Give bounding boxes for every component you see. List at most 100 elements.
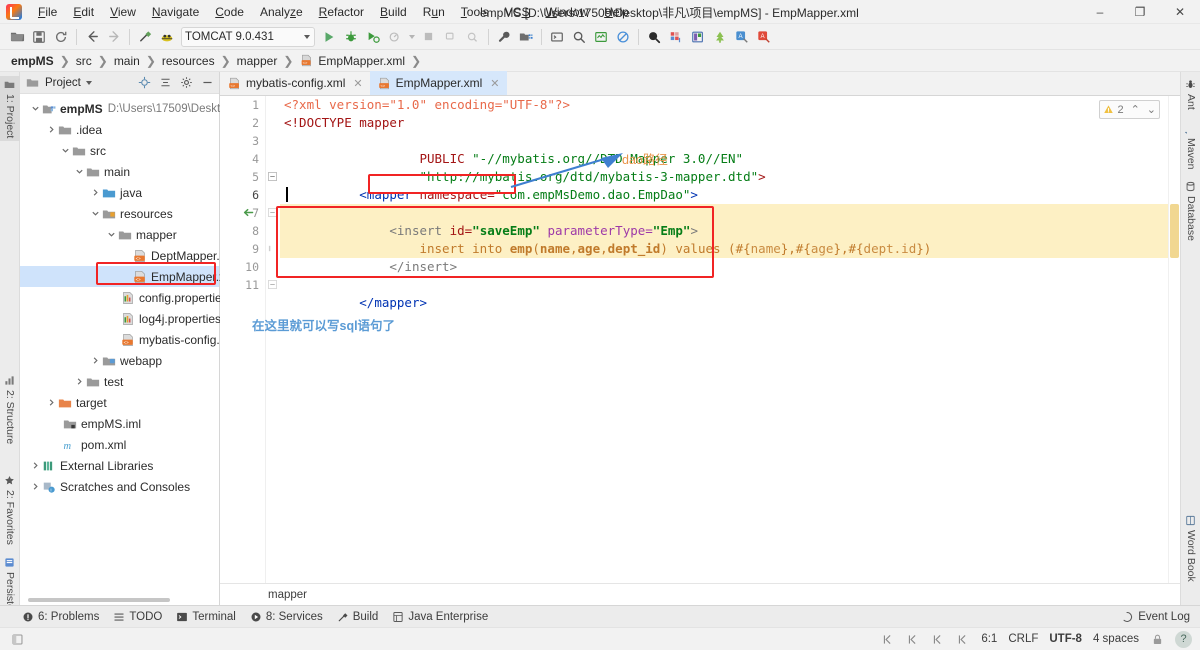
locate-icon[interactable] (136, 75, 152, 91)
tree-node-resources[interactable]: resources (20, 203, 219, 224)
sidebar-item-structure[interactable]: 2: Structure (0, 372, 20, 447)
sync-icon[interactable] (50, 26, 72, 48)
settings-gear-icon[interactable] (178, 75, 194, 91)
sidebar-item-word-book[interactable]: Word Book (1181, 512, 1200, 585)
chevron-down-icon[interactable] (90, 208, 101, 219)
breadcrumb-item-src[interactable]: src (75, 54, 93, 68)
sidebar-item-project[interactable]: 1: Project (0, 76, 20, 141)
tree-node-mapper[interactable]: mapper (20, 224, 219, 245)
chevron-down-icon[interactable] (74, 166, 85, 177)
menu-item-edit[interactable]: Edit (65, 2, 102, 22)
run-coverage-icon[interactable] (362, 26, 384, 48)
chevron-down-icon[interactable] (106, 229, 117, 240)
terminal-icon[interactable] (546, 26, 568, 48)
indent-setting[interactable]: 4 spaces (1093, 633, 1139, 645)
tree-node-src[interactable]: src (20, 140, 219, 161)
line-separator[interactable]: CRLF (1008, 633, 1038, 645)
menu-item-analyze[interactable]: Analyze (252, 2, 311, 22)
indent-icon-2[interactable] (906, 632, 920, 646)
no-entry-icon[interactable] (612, 26, 634, 48)
chevron-right-icon[interactable] (74, 376, 85, 387)
breadcrumb-item-mapper[interactable]: mapper (236, 54, 279, 68)
tool-window-build[interactable]: Build (337, 611, 379, 623)
error-stripe-scrollbar[interactable] (1168, 96, 1180, 583)
hide-panel-icon[interactable] (199, 75, 215, 91)
scrollbar-thumb[interactable] (1170, 204, 1179, 258)
chevron-right-icon[interactable] (46, 397, 57, 408)
fold-marker-line7[interactable] (268, 206, 277, 220)
chevron-right-icon[interactable] (90, 187, 101, 198)
menu-item-run[interactable]: Run (415, 2, 453, 22)
color-blocks-icon[interactable] (665, 26, 687, 48)
tomcat-icon[interactable] (156, 26, 178, 48)
project-panel-hscrollbar[interactable] (28, 598, 170, 602)
inspection-widget[interactable]: 2 ⌃ ⌄ (1099, 100, 1160, 119)
collapse-all-icon[interactable] (157, 75, 173, 91)
chevron-right-icon[interactable] (30, 460, 41, 471)
debug-icon[interactable] (340, 26, 362, 48)
ui-designer-icon[interactable] (687, 26, 709, 48)
sidebar-item-maven[interactable]: m Maven (1181, 120, 1200, 173)
editor-breadcrumb-label[interactable]: mapper (268, 589, 307, 601)
indent-icon-4[interactable] (956, 632, 970, 646)
chevron-down-icon[interactable] (30, 103, 41, 114)
breadcrumb-item-empmapper[interactable]: EmpMapper.xml (317, 54, 406, 68)
open-folder-icon[interactable] (6, 26, 28, 48)
tree-node-webapp[interactable]: webapp (20, 350, 219, 371)
tab-empmapper-xml[interactable]: <> EmpMapper.xml ✕ (370, 71, 507, 95)
code-editor[interactable]: 1 2 3 4 5 6 7 8 9 10 11 (220, 96, 1180, 583)
tree-node-empmapper[interactable]: <> EmpMapper.xml (20, 266, 219, 287)
tool-window-todo[interactable]: TODO (113, 611, 162, 623)
close-icon[interactable]: ✕ (353, 77, 362, 90)
menu-item-refactor[interactable]: Refactor (311, 2, 372, 22)
chevron-right-icon[interactable] (46, 124, 57, 135)
toggle-toolwindows-icon[interactable] (10, 632, 24, 646)
chevron-right-icon[interactable] (30, 481, 41, 492)
event-log-button[interactable]: Event Log (1121, 611, 1190, 623)
tool-window-services[interactable]: 8: Services (250, 611, 323, 623)
minimize-button[interactable]: – (1080, 0, 1120, 24)
save-all-icon[interactable] (28, 26, 50, 48)
menu-item-code[interactable]: Code (207, 2, 252, 22)
tree-node-main[interactable]: main (20, 161, 219, 182)
method-override-gutter-icon[interactable] (242, 206, 255, 222)
chevron-down-icon[interactable] (60, 145, 71, 156)
inspection-prev-button[interactable]: ⌃ (1131, 103, 1140, 116)
build-hammer-icon[interactable] (134, 26, 156, 48)
tool-window-terminal[interactable]: Terminal (176, 611, 235, 623)
tree-node-test[interactable]: test (20, 371, 219, 392)
tree-node-scratches-consoles[interactable]: i Scratches and Consoles (20, 476, 219, 497)
tree-node-external-libraries[interactable]: External Libraries (20, 455, 219, 476)
sidebar-item-database[interactable]: Database (1181, 178, 1200, 244)
settings-wrench-icon[interactable] (493, 26, 515, 48)
fold-marker-line5[interactable] (268, 170, 277, 184)
lock-icon[interactable] (1150, 632, 1164, 646)
close-icon[interactable]: ✕ (490, 77, 499, 90)
tree-node-idea[interactable]: .idea (20, 119, 219, 140)
indent-icon-1[interactable] (881, 632, 895, 646)
search-everywhere-icon[interactable] (568, 26, 590, 48)
menu-item-file[interactable]: File (30, 2, 65, 22)
tab-mybatis-config-xml[interactable]: <> mybatis-config.xml ✕ (220, 71, 370, 95)
code-content[interactable]: <?xml version="1.0" encoding="UTF-8"?> <… (280, 96, 1180, 583)
translate-blue-icon[interactable]: A (731, 26, 753, 48)
database-chart-icon[interactable] (590, 26, 612, 48)
tree-node-log4j-properties[interactable]: log4j.properties (20, 308, 219, 329)
tool-window-problems[interactable]: 6: Problems (22, 611, 99, 623)
run-icon[interactable] (318, 26, 340, 48)
indent-icon-3[interactable] (931, 632, 945, 646)
breadcrumb-item-resources[interactable]: resources (161, 54, 216, 68)
menu-item-navigate[interactable]: Navigate (144, 2, 207, 22)
help-icon[interactable]: ? (1175, 631, 1192, 648)
tree-node-java[interactable]: java (20, 182, 219, 203)
sidebar-item-ant[interactable]: Ant (1181, 76, 1200, 113)
breadcrumb-item-empms[interactable]: empMS (10, 54, 55, 68)
breadcrumb-item-main[interactable]: main (113, 54, 141, 68)
tree-node-mybatis-config[interactable]: <> mybatis-config.xml (20, 329, 219, 350)
find-icon[interactable] (643, 26, 665, 48)
code-folding-gutter[interactable] (266, 96, 280, 583)
menu-item-build[interactable]: Build (372, 2, 415, 22)
fold-marker-line9[interactable] (268, 242, 277, 256)
tree-node-empms-iml[interactable]: empMS.iml (20, 413, 219, 434)
tool-window-java-enterprise[interactable]: Java Enterprise (392, 611, 488, 623)
